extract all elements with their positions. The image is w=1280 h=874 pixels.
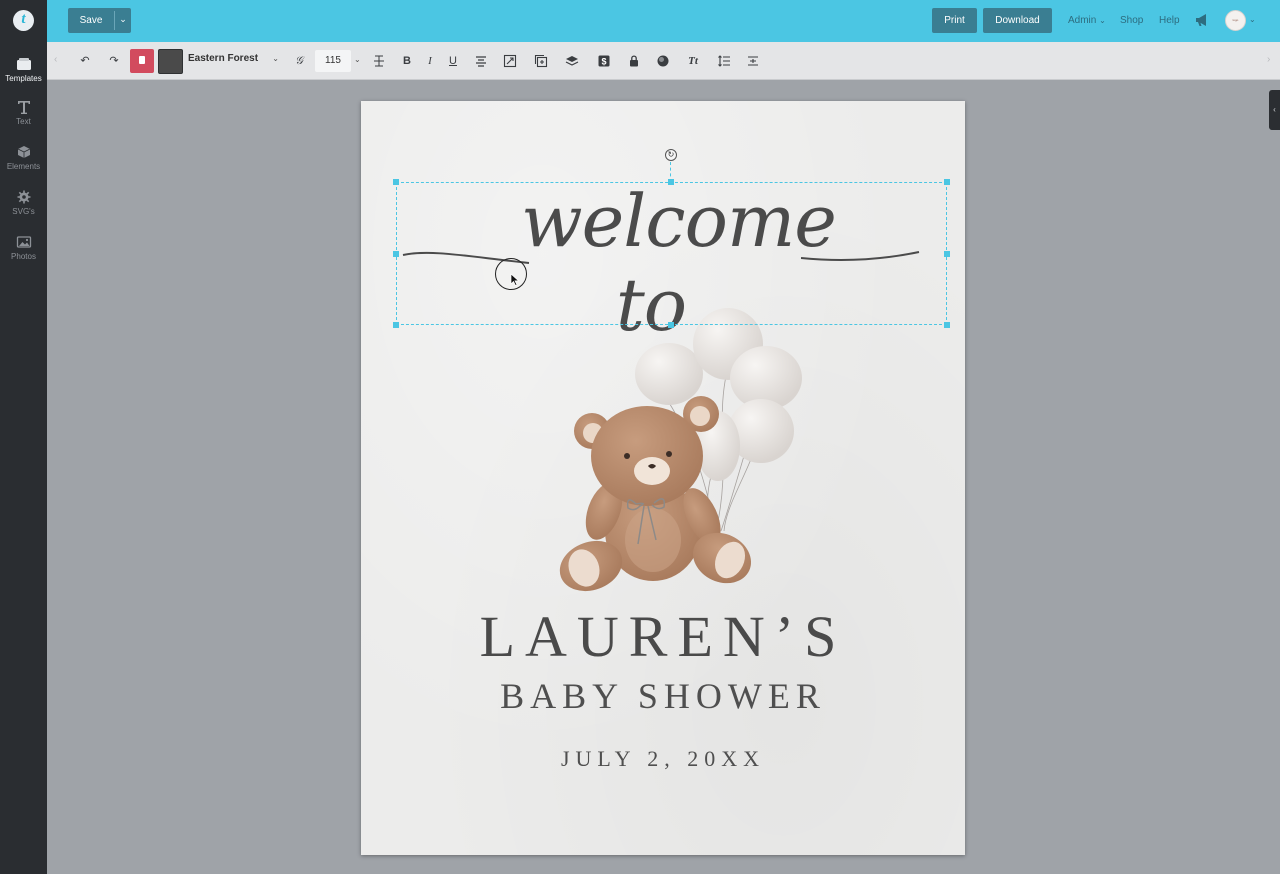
image-icon <box>16 236 31 248</box>
chevron-left-icon: ‹ <box>1273 105 1276 114</box>
admin-menu[interactable]: Admin ⌄ <box>1068 15 1106 26</box>
resize-handle-s[interactable] <box>668 322 674 328</box>
logo-letter: t <box>21 11 26 27</box>
dollar-icon[interactable]: $ <box>597 54 611 68</box>
effects-icon[interactable] <box>656 54 670 68</box>
chevron-down-icon: ⌄ <box>1099 16 1106 25</box>
mouse-pointer-icon <box>510 273 520 286</box>
resize-handle-w[interactable] <box>393 251 399 257</box>
avatar-text: logo <box>1232 18 1239 22</box>
bold-icon[interactable]: B <box>400 54 414 68</box>
lock-icon[interactable] <box>627 54 641 68</box>
avatar[interactable]: logo <box>1225 10 1246 31</box>
top-bar: Save ⌄ Print Download Admin ⌄ Shop Help … <box>47 0 1280 42</box>
sidebar-item-label: Text <box>16 117 31 126</box>
chevron-down-icon[interactable]: ⌄ <box>115 14 131 25</box>
left-rail: t Templates Text Elements SVG's Photos <box>0 0 47 874</box>
resize-icon[interactable] <box>503 54 517 68</box>
sidebar-item-label: Photos <box>11 252 36 261</box>
delete-button[interactable] <box>130 49 154 73</box>
align-center-icon[interactable] <box>474 54 488 68</box>
sidebar-item-templates[interactable]: Templates <box>0 57 47 83</box>
shop-link[interactable]: Shop <box>1120 15 1143 26</box>
resize-handle-se[interactable] <box>944 322 950 328</box>
trash-icon <box>139 56 145 64</box>
chevron-down-icon[interactable]: ⌄ <box>354 55 361 64</box>
redo-icon[interactable]: ↷ <box>107 54 121 68</box>
resize-handle-ne[interactable] <box>944 179 950 185</box>
resize-handle-sw[interactable] <box>393 322 399 328</box>
sidebar-item-photos[interactable]: Photos <box>0 235 47 261</box>
sidebar-item-text[interactable]: Text <box>0 100 47 126</box>
date-text[interactable]: JULY 2, 20XX <box>361 746 965 772</box>
chevron-down-icon: ⌄ <box>272 54 279 63</box>
layers-icon[interactable] <box>565 54 579 68</box>
italic-icon[interactable]: I <box>423 54 437 68</box>
save-button[interactable]: Save ⌄ <box>68 8 131 33</box>
scroll-right-icon[interactable]: › <box>1267 54 1270 65</box>
save-label: Save <box>79 15 103 26</box>
font-family-select[interactable]: Eastern Forest ⌄ <box>188 53 283 69</box>
duplicate-icon[interactable] <box>534 54 548 68</box>
text-case-icon[interactable]: Tt <box>686 54 700 68</box>
scroll-left-icon[interactable]: ‹ <box>54 54 57 65</box>
letter-spacing-icon[interactable] <box>372 54 386 68</box>
resize-handle-n[interactable] <box>668 179 674 185</box>
font-name: Eastern Forest <box>188 53 259 64</box>
resize-handle-e[interactable] <box>944 251 950 257</box>
print-button[interactable]: Print <box>932 8 977 33</box>
sidebar-item-label: Templates <box>5 74 42 83</box>
sidebar-item-elements[interactable]: Elements <box>0 145 47 171</box>
folder-icon <box>16 58 31 70</box>
sidebar-item-label: SVG's <box>12 207 35 216</box>
help-link[interactable]: Help <box>1159 15 1180 26</box>
cube-icon <box>17 146 30 158</box>
fit-icon[interactable] <box>746 54 760 68</box>
sidebar-item-label: Elements <box>6 162 41 171</box>
undo-icon[interactable]: ↶ <box>78 54 92 68</box>
panel-toggle[interactable]: ‹ <box>1269 90 1280 130</box>
chevron-down-icon[interactable]: ⌄ <box>1249 15 1256 24</box>
gear-icon <box>17 190 30 204</box>
admin-label: Admin <box>1068 15 1097 26</box>
sidebar-item-svgs[interactable]: SVG's <box>0 190 47 216</box>
name-heading[interactable]: LAUREN’S <box>361 603 965 670</box>
megaphone-icon[interactable] <box>1193 11 1211 29</box>
color-swatch[interactable] <box>158 49 183 74</box>
download-button[interactable]: Download <box>983 8 1052 33</box>
svg-text:$: $ <box>601 57 606 67</box>
font-style-icon[interactable]: 𝒢 <box>292 54 306 68</box>
balloon <box>635 343 703 405</box>
font-size-input[interactable]: 115 <box>315 50 351 72</box>
rotate-handle[interactable]: ↻ <box>665 149 677 161</box>
resize-handle-nw[interactable] <box>393 179 399 185</box>
line-height-icon[interactable] <box>717 54 731 68</box>
subtitle-heading[interactable]: BABY SHOWER <box>361 675 965 717</box>
teddy-bear-illustration[interactable] <box>556 306 806 596</box>
selection-box[interactable] <box>396 182 947 325</box>
app-logo[interactable]: t <box>13 10 34 31</box>
text-icon <box>17 101 30 114</box>
format-toolbar: ‹ ↶ ↷ Eastern Forest ⌄ 𝒢 115 ⌄ B I U $ T… <box>47 42 1280 80</box>
underline-icon[interactable]: U <box>446 54 460 68</box>
